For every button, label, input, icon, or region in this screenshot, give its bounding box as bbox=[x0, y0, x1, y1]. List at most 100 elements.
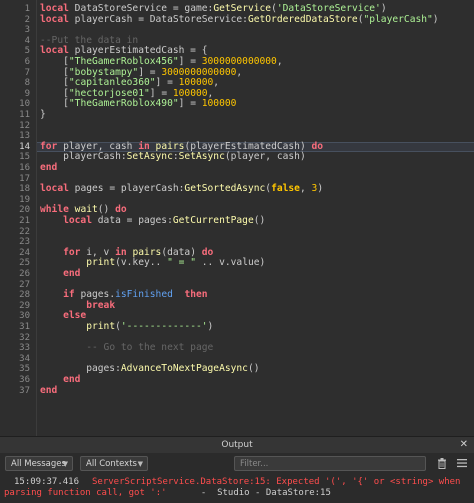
line-number: 26 bbox=[19, 269, 30, 279]
code-token: local bbox=[63, 215, 92, 226]
code-line[interactable]: } bbox=[40, 109, 474, 121]
line-number: 12 bbox=[19, 120, 30, 131]
code-token: .. v.value) bbox=[195, 257, 266, 269]
code-token: SetAsync bbox=[126, 151, 173, 163]
log-timestamp: 15:09:37.416 bbox=[14, 477, 80, 487]
code-token: GetOrderedDataStore bbox=[247, 13, 358, 25]
code-token: pages = playerCash: bbox=[68, 183, 185, 195]
code-token: , bbox=[213, 77, 220, 89]
contexts-filter-dropdown[interactable]: All Contexts ▼ bbox=[80, 456, 148, 471]
line-number: 2 bbox=[24, 14, 30, 25]
code-token: in bbox=[115, 246, 127, 258]
line-number-gutter: 1 2 3 4 5 6 7 8 9 10 11 12 13 14 15 16 17 18 19 20 21 22 23 24 2… bbox=[0, 0, 37, 436]
line-number: 34 bbox=[19, 353, 30, 364]
code-line[interactable] bbox=[40, 227, 474, 238]
code-token: 100000 bbox=[201, 98, 237, 110]
code-token: , bbox=[207, 87, 214, 99]
line-number: 23 bbox=[19, 237, 30, 248]
code-token: AdvanceToNextPageAsync bbox=[120, 363, 248, 375]
code-token: () bbox=[253, 215, 266, 226]
chevron-down-icon: ▼ bbox=[62, 460, 68, 468]
code-line[interactable]: break bbox=[40, 300, 474, 312]
line-number: 30 bbox=[19, 311, 30, 322]
code-token: player, cash bbox=[57, 140, 139, 152]
code-line[interactable]: local data = pages:GetCurrentPage() bbox=[40, 215, 474, 227]
line-number: 1 bbox=[24, 4, 30, 14]
code-line[interactable]: -- Go to the next page bbox=[40, 342, 474, 354]
code-token: () bbox=[247, 363, 260, 375]
code-area[interactable]: local DataStoreService = game:GetService… bbox=[40, 0, 474, 436]
code-token: for bbox=[63, 246, 81, 258]
code-token: isFinished bbox=[115, 289, 173, 301]
code-line[interactable]: local pages = playerCash:GetSortedAsync(… bbox=[40, 183, 474, 195]
output-title: Output bbox=[0, 437, 474, 453]
line-number: 17 bbox=[19, 173, 30, 184]
code-token: playerCash: bbox=[40, 151, 127, 163]
log-error-text: ServerScriptService.DataStore:15: Expect… bbox=[92, 477, 461, 487]
output-panel: Output ✕ All Messages ▼ All Contexts ▼ F… bbox=[0, 436, 474, 503]
code-token: pages. bbox=[74, 289, 116, 301]
code-line[interactable]: print(v.key.. " = " .. v.value) bbox=[40, 258, 474, 269]
code-token: while bbox=[40, 204, 69, 216]
code-token: local bbox=[40, 45, 69, 57]
code-line[interactable]: end bbox=[40, 385, 474, 397]
code-token: ] = bbox=[178, 98, 202, 110]
code-token: (v.key.. bbox=[115, 257, 168, 269]
line-number: 7 bbox=[24, 67, 30, 78]
code-token: false bbox=[271, 183, 300, 195]
code-token: "capitanleo360" bbox=[68, 77, 156, 89]
line-number: 5 bbox=[24, 46, 30, 57]
code-line[interactable]: end bbox=[40, 374, 474, 386]
line-number: 13 bbox=[19, 131, 30, 142]
line-number: 10 bbox=[19, 99, 30, 110]
code-token: ) bbox=[207, 321, 214, 332]
menu-icon[interactable] bbox=[455, 456, 469, 471]
line-number: 19 bbox=[19, 194, 30, 205]
code-token: game: bbox=[184, 3, 214, 14]
code-token: --Put the data in bbox=[40, 34, 139, 46]
log-source[interactable]: - Studio - DataStore:15 bbox=[190, 488, 331, 499]
code-token: (data) bbox=[161, 246, 202, 258]
code-line[interactable] bbox=[40, 121, 474, 132]
code-token: ] = bbox=[178, 56, 202, 67]
code-token: " = " bbox=[167, 257, 196, 269]
code-token: [ bbox=[40, 77, 69, 89]
messages-filter-label: All Messages bbox=[11, 459, 66, 469]
code-line[interactable]: ["TheGamerRoblox490"] = 100000 bbox=[40, 99, 474, 110]
code-line[interactable]: playerCash:SetAsync:SetAsync(player, cas… bbox=[40, 152, 474, 163]
code-token: , bbox=[299, 183, 312, 195]
code-token: wait bbox=[74, 204, 98, 216]
trash-icon[interactable] bbox=[435, 456, 449, 471]
code-token: [ bbox=[40, 56, 69, 67]
code-token: else bbox=[63, 310, 87, 322]
code-line[interactable]: pages:AdvanceToNextPageAsync() bbox=[40, 364, 474, 375]
close-icon[interactable]: ✕ bbox=[460, 437, 468, 453]
filter-input[interactable] bbox=[234, 456, 426, 471]
code-token: pairs bbox=[155, 140, 185, 152]
code-token: in bbox=[138, 140, 150, 152]
code-line[interactable]: print('-------------') bbox=[40, 321, 474, 333]
code-line[interactable]: end bbox=[40, 268, 474, 280]
output-filter-bar: All Messages ▼ All Contexts ▼ bbox=[0, 453, 474, 475]
line-number: 31 bbox=[19, 322, 30, 332]
code-line[interactable]: local playerCash = DataStoreService:GetO… bbox=[40, 13, 474, 26]
line-number: 27 bbox=[19, 279, 30, 290]
script-editor[interactable]: 1 2 3 4 5 6 7 8 9 10 11 12 13 14 15 16 17 18 19 20 21 22 23 24 2… bbox=[0, 0, 474, 436]
line-number: 24 bbox=[19, 247, 30, 258]
code-token: [ bbox=[40, 87, 69, 99]
code-token: do bbox=[115, 204, 127, 216]
code-token: i, v bbox=[80, 246, 116, 258]
messages-filter-dropdown[interactable]: All Messages ▼ bbox=[5, 456, 73, 471]
code-token: "TheGamerRoblox456" bbox=[68, 56, 179, 67]
code-token: GetCurrentPage bbox=[172, 215, 254, 226]
line-number: 21 bbox=[19, 216, 30, 226]
code-line[interactable]: end bbox=[40, 162, 474, 174]
code-token: print bbox=[86, 321, 116, 332]
line-number: 11 bbox=[19, 110, 30, 120]
